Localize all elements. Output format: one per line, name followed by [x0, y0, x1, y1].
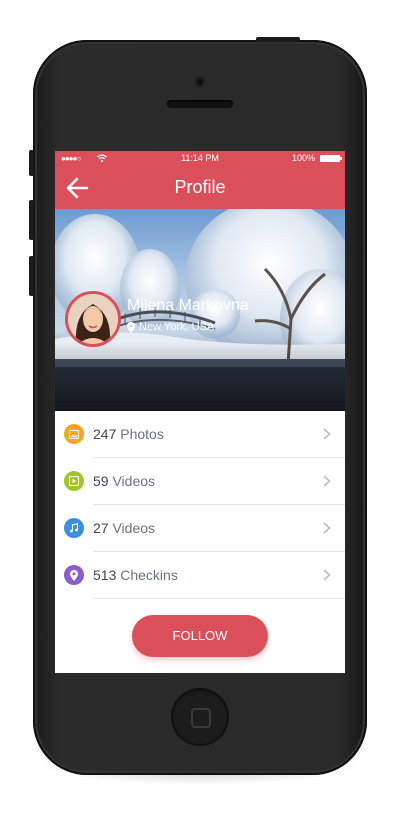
- stats-list: 247 Photos 59 Videos 27 Videos 513 Check…: [55, 411, 345, 599]
- page-title: Profile: [174, 177, 226, 197]
- list-item-text: 59 Videos: [93, 458, 155, 504]
- stat-label: Photos: [116, 426, 164, 442]
- front-camera: [195, 77, 205, 87]
- home-button[interactable]: [171, 688, 229, 746]
- avatar-photo: [68, 294, 118, 344]
- stat-count: 513: [93, 567, 117, 583]
- follow-button[interactable]: FOLLOW: [132, 615, 268, 657]
- home-square-icon: [191, 708, 211, 728]
- list-item-videos[interactable]: 59 Videos: [64, 458, 345, 505]
- list-item-text: 247 Photos: [93, 411, 164, 457]
- stat-count: 247: [93, 426, 117, 442]
- volume-down-button: [29, 256, 34, 296]
- stat-count: 27: [93, 520, 109, 536]
- list-item-checkins[interactable]: 513 Checkins: [64, 552, 345, 599]
- profile-location: New York, USA: [127, 321, 214, 333]
- app-screen: ●●●●○ 11:14 PM 100% Profile Milena Marko…: [55, 151, 345, 673]
- list-item-text: 513 Checkins: [93, 552, 178, 598]
- chevron-right-icon: [323, 475, 331, 487]
- location-pin-icon: [64, 565, 84, 585]
- power-button: [256, 37, 300, 42]
- chevron-right-icon: [323, 569, 331, 581]
- status-bar: ●●●●○ 11:14 PM 100%: [55, 151, 345, 166]
- stat-count: 59: [93, 473, 109, 489]
- list-item-music[interactable]: 27 Videos: [64, 505, 345, 552]
- earpiece-speaker: [167, 100, 233, 108]
- music-note-icon: [64, 518, 84, 538]
- chevron-right-icon: [323, 428, 331, 440]
- image-icon: [64, 424, 84, 444]
- video-icon: [64, 471, 84, 491]
- location-pin-icon: [127, 321, 135, 333]
- stat-label: Videos: [108, 520, 156, 536]
- battery-percent: 100%: [291, 153, 315, 163]
- cover-overlay: [55, 341, 345, 411]
- list-item-photos[interactable]: 247 Photos: [64, 411, 345, 458]
- volume-up-button: [29, 200, 34, 240]
- mute-switch: [29, 150, 34, 176]
- stat-label: Checkins: [116, 567, 178, 583]
- list-item-text: 27 Videos: [93, 505, 155, 551]
- chevron-right-icon: [323, 522, 331, 534]
- nav-bar: Profile: [55, 166, 345, 209]
- location-text: New York, USA: [139, 321, 215, 333]
- stat-label: Videos: [108, 473, 156, 489]
- battery-icon: [320, 155, 342, 162]
- avatar[interactable]: [65, 291, 121, 347]
- profile-name: Milena Markovna: [127, 297, 249, 314]
